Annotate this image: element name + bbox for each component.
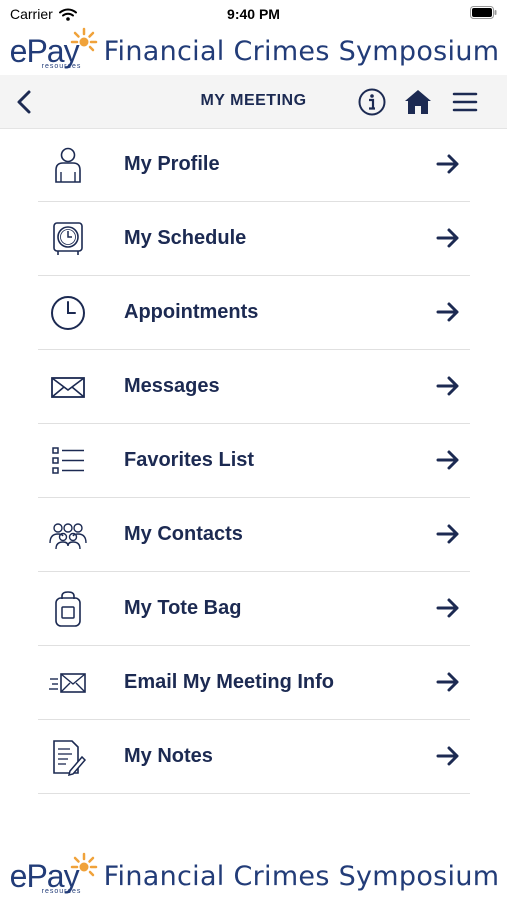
group-icon	[49, 523, 87, 550]
menu-item-label: Messages	[124, 375, 220, 397]
status-time: 9:40 PM	[227, 6, 280, 22]
menu-item-label: My Schedule	[124, 227, 247, 249]
menu-item-label: Favorites List	[124, 449, 255, 471]
menu-item-messages[interactable]: Messages	[38, 350, 470, 424]
menu-item-label: My Contacts	[124, 523, 243, 545]
menu-item-label: My Notes	[124, 745, 213, 767]
arrow-right-icon	[436, 302, 459, 322]
arrow-right-icon	[436, 154, 459, 174]
arrow-right-icon	[436, 598, 459, 618]
home-icon[interactable]	[403, 87, 433, 117]
checklist-icon	[52, 447, 84, 474]
menu-item-appointments[interactable]: Appointments	[38, 276, 470, 350]
status-bar: Carrier 9:40 PM	[0, 0, 507, 28]
epay-logo: ePay resources	[8, 852, 98, 898]
logo-subtext: resources	[41, 888, 82, 895]
menu-item-my-contacts[interactable]: My Contacts	[38, 498, 470, 572]
menu-item-email-meeting-info[interactable]: Email My Meeting Info	[38, 646, 470, 720]
send-mail-icon	[49, 673, 86, 693]
envelope-icon	[51, 377, 85, 398]
menu-item-label: My Tote Bag	[124, 597, 242, 619]
hamburger-menu-icon[interactable]	[450, 87, 480, 117]
logo-subtext: resources	[41, 63, 82, 70]
arrow-right-icon	[436, 228, 459, 248]
menu-item-label: Appointments	[124, 301, 259, 323]
my-meeting-menu: My Profile My Schedule Appointments Mess…	[38, 128, 470, 794]
clock-icon	[51, 296, 85, 330]
banner-title: Financial Crimes Symposium	[103, 35, 500, 67]
menu-item-my-schedule[interactable]: My Schedule	[38, 202, 470, 276]
menu-item-my-notes[interactable]: My Notes	[38, 720, 470, 794]
menu-item-label: My Profile	[124, 153, 220, 175]
battery-icon	[470, 6, 497, 19]
arrow-right-icon	[436, 672, 459, 692]
footer-banner: ePay resources Financial Crimes Symposiu…	[0, 852, 507, 899]
arrow-right-icon	[436, 746, 459, 766]
header-banner: ePay resources Financial Crimes Symposiu…	[0, 27, 507, 74]
arrow-right-icon	[436, 376, 459, 396]
menu-item-my-tote-bag[interactable]: My Tote Bag	[38, 572, 470, 646]
sun-icon	[70, 27, 97, 52]
menu-item-favorites-list[interactable]: Favorites List	[38, 424, 470, 498]
menu-item-my-profile[interactable]: My Profile	[38, 128, 470, 202]
clock-box-icon	[53, 222, 83, 255]
arrow-right-icon	[436, 450, 459, 470]
arrow-right-icon	[436, 524, 459, 544]
sun-icon	[70, 852, 97, 877]
nav-bar: MY MEETING	[0, 75, 507, 129]
info-icon[interactable]	[357, 87, 387, 117]
notes-icon	[53, 740, 87, 776]
person-icon	[55, 147, 81, 183]
banner-title: Financial Crimes Symposium	[103, 860, 500, 892]
epay-logo: ePay resources	[8, 27, 98, 73]
bag-icon	[55, 591, 81, 627]
menu-item-label: Email My Meeting Info	[124, 671, 335, 693]
